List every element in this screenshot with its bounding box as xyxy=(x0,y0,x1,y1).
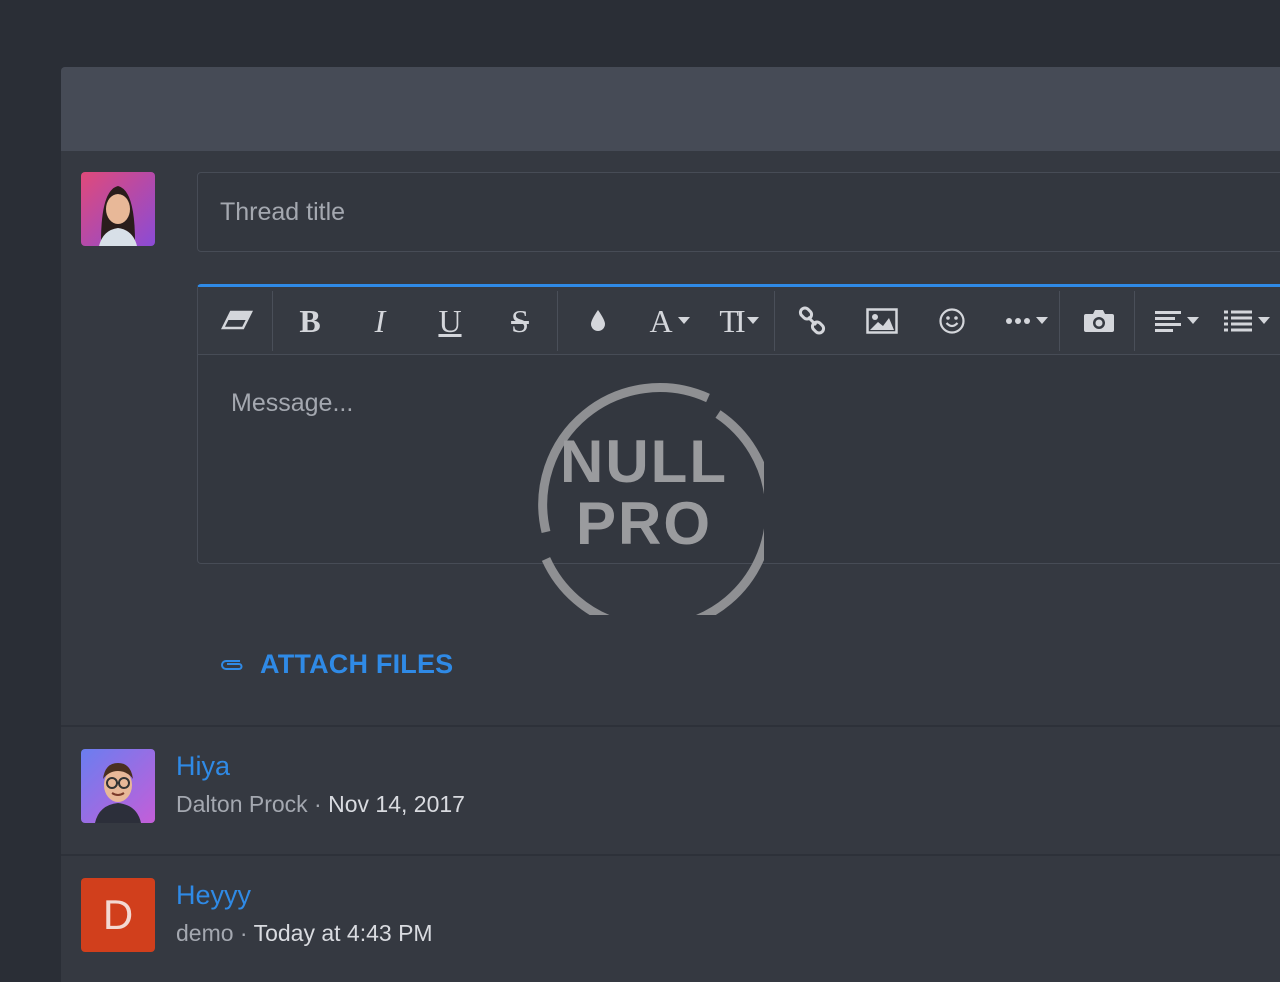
remove-format-button[interactable] xyxy=(214,287,259,354)
strikethrough-icon: S xyxy=(511,302,529,339)
font-family-button[interactable]: A xyxy=(642,287,697,354)
panel-header xyxy=(61,67,1280,151)
avatar-letter: D xyxy=(102,891,134,938)
align-left-icon xyxy=(1154,310,1181,332)
font-size-button[interactable]: TI xyxy=(710,287,768,354)
more-insert-button[interactable] xyxy=(998,287,1054,354)
message-editor: B I U S A TI xyxy=(197,284,1280,564)
bold-button[interactable]: B xyxy=(290,287,330,354)
meta-separator: · xyxy=(233,920,254,946)
thread-author-avatar[interactable] xyxy=(81,749,155,823)
thread-panel: B I U S A TI xyxy=(61,67,1280,982)
divider xyxy=(61,725,1280,727)
insert-link-button[interactable] xyxy=(792,287,832,354)
thread-author-avatar[interactable]: D xyxy=(81,878,155,952)
thread-title-link[interactable]: Heyyy xyxy=(176,880,251,911)
italic-button[interactable]: I xyxy=(360,287,400,354)
underline-button[interactable]: U xyxy=(430,287,470,354)
editor-toolbar: B I U S A TI xyxy=(198,287,1280,355)
thread-author-link[interactable]: Dalton Prock xyxy=(176,791,308,817)
paperclip-icon xyxy=(221,659,243,670)
insert-media-button[interactable] xyxy=(1078,287,1120,354)
thread-meta: demo · Today at 4:43 PM xyxy=(176,920,433,947)
text-color-button[interactable] xyxy=(578,287,618,354)
current-user-avatar[interactable] xyxy=(81,172,155,246)
thread-date[interactable]: Nov 14, 2017 xyxy=(328,791,465,817)
meta-separator: · xyxy=(307,791,329,817)
align-button[interactable] xyxy=(1148,287,1204,354)
eraser-icon xyxy=(220,310,253,329)
droplet-icon xyxy=(591,309,605,331)
message-textarea[interactable] xyxy=(198,354,1280,561)
link-icon xyxy=(798,305,826,335)
thread-title-link[interactable]: Hiya xyxy=(176,751,230,782)
font-icon: A xyxy=(649,302,673,339)
smiley-icon xyxy=(939,307,965,334)
text-size-icon: TI xyxy=(719,302,745,339)
ellipsis-icon xyxy=(1005,317,1030,324)
insert-emoji-button[interactable] xyxy=(932,287,972,354)
underline-icon: U xyxy=(438,302,462,339)
thread-date[interactable]: Today at 4:43 PM xyxy=(254,920,433,946)
thread-author-link[interactable]: demo xyxy=(176,920,234,946)
thread-meta: Dalton Prock · Nov 14, 2017 xyxy=(176,791,465,818)
bold-icon: B xyxy=(299,302,321,339)
image-icon xyxy=(866,307,898,334)
divider xyxy=(61,854,1280,856)
list-icon xyxy=(1223,310,1252,331)
attach-files-label: ATTACH FILES xyxy=(260,649,454,679)
italic-icon: I xyxy=(374,302,386,339)
camera-icon xyxy=(1084,309,1114,332)
insert-image-button[interactable] xyxy=(862,287,902,354)
thread-title-input[interactable] xyxy=(197,172,1280,252)
list-button[interactable] xyxy=(1218,287,1274,354)
attach-files-button[interactable]: ATTACH FILES xyxy=(218,649,453,680)
strikethrough-button[interactable]: S xyxy=(500,287,540,354)
